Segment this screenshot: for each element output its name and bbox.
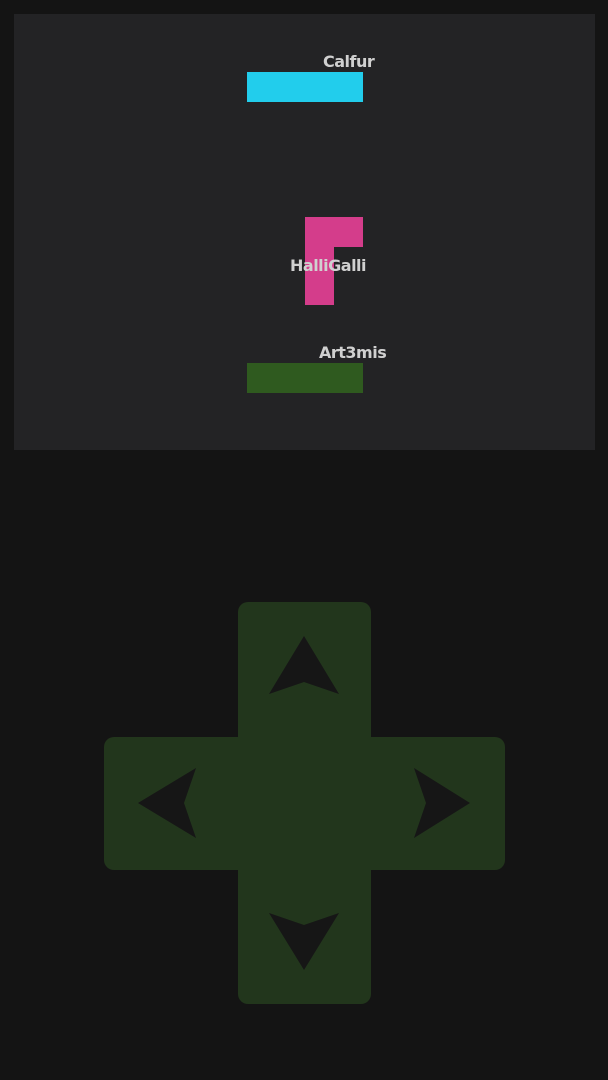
dpad: [104, 602, 505, 1004]
player-block-calfur: [247, 72, 363, 102]
game-board: Calfur HalliGalli Art3mis: [14, 14, 595, 450]
game-screen: Calfur HalliGalli Art3mis: [0, 0, 608, 1080]
dpad-down-button[interactable]: [238, 890, 371, 1000]
player-block-art3mis: [247, 363, 363, 393]
dpad-right-button[interactable]: [388, 737, 498, 870]
player-name-calfur: Calfur: [323, 52, 375, 71]
dpad-left-button[interactable]: [110, 737, 220, 870]
player-block-halligalli-top: [334, 217, 363, 247]
dpad-up-button[interactable]: [238, 610, 371, 720]
controls-area: [0, 450, 608, 1080]
player-name-halligalli: HalliGalli: [290, 256, 367, 275]
player-name-art3mis: Art3mis: [319, 343, 387, 362]
